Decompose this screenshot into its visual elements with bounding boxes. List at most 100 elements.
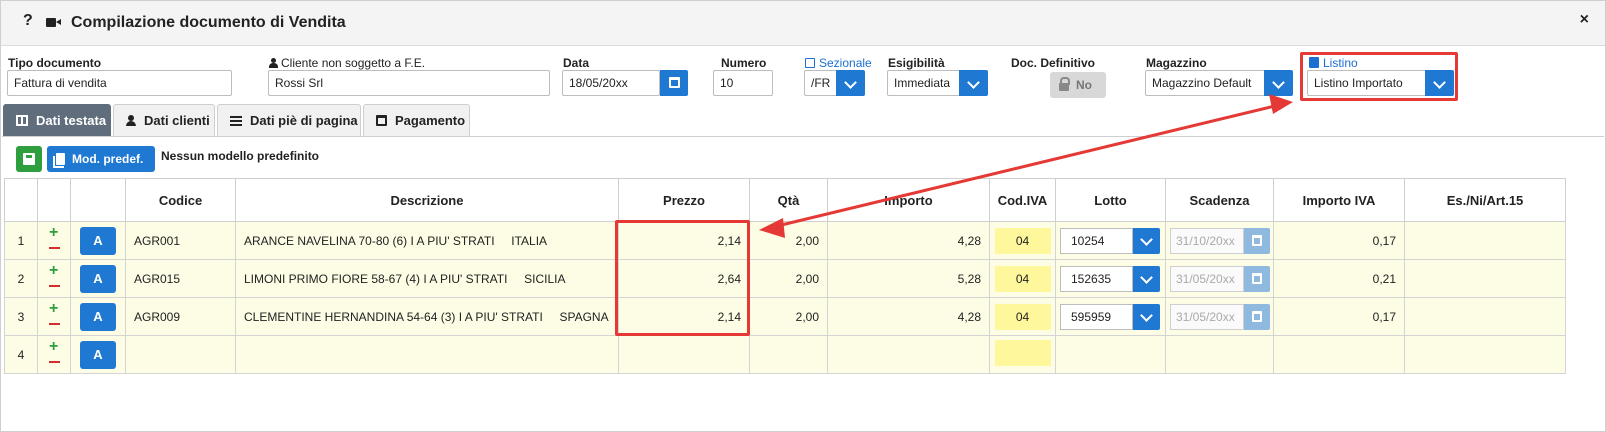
calendar-icon [1252,234,1262,246]
table-row[interactable]: 3 + A AGR009 CLEMENTINE HERNANDINA 54-64… [4,297,1566,336]
col-header-lotto[interactable]: Lotto [1055,178,1166,222]
col-header-scadenza[interactable]: Scadenza [1165,178,1274,222]
cod-iva-value[interactable] [994,340,1051,366]
cod-iva-cell: 04 [989,259,1056,298]
cliente-field[interactable]: Rossi Srl [268,70,550,96]
doc-definitivo-toggle[interactable]: No [1050,72,1106,98]
add-row-icon[interactable]: + [49,225,58,241]
a-button[interactable]: A [80,302,116,331]
help-icon[interactable]: ? [23,12,33,30]
lotto-dropdown-button[interactable] [1133,303,1160,330]
mod-predef-button[interactable]: Mod. predef. [47,146,155,172]
add-row-icon[interactable]: + [49,301,58,317]
a-button[interactable]: A [80,340,116,369]
qta-cell[interactable] [749,335,828,374]
listino-highlight [1300,52,1458,101]
scadenza-cell: 31/05/20xx [1165,259,1274,298]
col-header-codice[interactable]: Codice [125,178,236,222]
lotto-cell: 152635 [1055,259,1166,298]
col-header-importo[interactable]: Importo [827,178,990,222]
scadenza-calendar-button[interactable] [1244,227,1270,254]
es-ni-art15-cell[interactable] [1404,335,1566,374]
col-header-prezzo[interactable]: Prezzo [618,178,750,222]
scadenza-cell[interactable] [1165,335,1274,374]
prezzo-cell[interactable] [618,335,750,374]
descrizione-cell[interactable] [235,335,619,374]
data-calendar-button[interactable] [660,70,688,96]
scadenza-field[interactable]: 31/05/20xx [1170,265,1244,292]
esigibilita-select[interactable]: Immediata [887,70,962,96]
descrizione-cell[interactable]: CLEMENTINE HERNANDINA 54-64 (3) I A PIU'… [235,297,619,336]
scadenza-field[interactable]: 31/10/20xx [1170,227,1244,254]
es-ni-art15-cell[interactable] [1404,259,1566,298]
table-row[interactable]: 4 + A [4,335,1566,374]
document-lines-table: Codice Descrizione Prezzo Qtà Importo Co… [4,178,1566,374]
sezionale-label[interactable]: Sezionale [805,56,872,70]
numero-field[interactable]: 10 [713,70,773,96]
es-ni-art15-cell[interactable] [1404,297,1566,336]
tab-dati-pie-di-pagina[interactable]: Dati piè di pagina [217,104,361,137]
scadenza-calendar-button[interactable] [1244,265,1270,292]
a-button[interactable]: A [80,264,116,293]
col-header-es-ni-art15[interactable]: Es./Ni/Art.15 [1404,178,1566,222]
col-header-qta[interactable]: Qtà [749,178,828,222]
codice-cell[interactable]: AGR009 [125,297,236,336]
sezionale-select[interactable]: /FR [804,70,838,96]
col-header-cod-iva[interactable]: Cod.IVA [989,178,1056,222]
descrizione-cell[interactable]: LIMONI PRIMO FIORE 58-67 (4) I A PIU' ST… [235,259,619,298]
lotto-dropdown-button[interactable] [1133,227,1160,254]
cod-iva-cell [989,335,1056,374]
remove-row-icon[interactable] [49,323,60,325]
remove-row-icon[interactable] [49,247,60,249]
a-button[interactable]: A [80,226,116,255]
codice-cell[interactable]: AGR015 [125,259,236,298]
magazzino-select[interactable]: Magazzino Default [1145,70,1267,96]
data-field[interactable]: 18/05/20xx [562,70,660,96]
add-row-icon[interactable]: + [49,339,58,355]
scadenza-field[interactable]: 31/05/20xx [1170,303,1244,330]
add-row-icon[interactable]: + [49,263,58,279]
cod-iva-value[interactable]: 04 [994,227,1051,254]
lotto-dropdown-button[interactable] [1133,265,1160,292]
table-row[interactable]: 2 + A AGR015 LIMONI PRIMO FIORE 58-67 (4… [4,259,1566,298]
remove-row-icon[interactable] [49,361,60,363]
row-a-cell: A [70,335,126,374]
tab-dati-clienti[interactable]: Dati clienti [113,104,215,137]
tipo-documento-field[interactable]: Fattura di vendita [7,70,232,96]
qta-cell[interactable]: 2,00 [749,297,828,336]
doc-definitivo-value: No [1076,78,1092,92]
codice-cell[interactable] [125,335,236,374]
close-icon[interactable]: × [1580,11,1589,29]
col-header-descrizione[interactable]: Descrizione [235,178,619,222]
remove-row-icon[interactable] [49,285,60,287]
lotto-cell: 595959 [1055,297,1166,336]
codice-cell[interactable]: AGR001 [125,221,236,260]
importo-iva-cell: 0,17 [1273,221,1405,260]
cod-iva-value[interactable]: 04 [994,265,1051,292]
cod-iva-cell: 04 [989,221,1056,260]
tab-pagamento[interactable]: Pagamento [363,104,470,137]
video-camera-icon[interactable] [46,18,61,27]
esigibilita-dropdown-button[interactable] [959,70,988,96]
lotto-select[interactable]: 10254 [1060,227,1133,254]
sezionale-dropdown-button[interactable] [836,70,865,96]
descrizione-cell[interactable]: ARANCE NAVELINA 70-80 (6) I A PIU' STRAT… [235,221,619,260]
lotto-cell[interactable] [1055,335,1166,374]
cod-iva-value[interactable]: 04 [994,303,1051,330]
floppy-disk-icon [23,153,35,165]
es-ni-art15-cell[interactable] [1404,221,1566,260]
qta-cell[interactable]: 2,00 [749,221,828,260]
save-button[interactable] [16,146,42,172]
magazzino-dropdown-button[interactable] [1264,70,1293,96]
qta-cell[interactable]: 2,00 [749,259,828,298]
row-a-cell: A [70,221,126,260]
table-row[interactable]: 1 + A AGR001 ARANCE NAVELINA 70-80 (6) I… [4,221,1566,260]
scadenza-calendar-button[interactable] [1244,303,1270,330]
doc-definitivo-label: Doc. Definitivo [1011,56,1096,70]
lotto-select[interactable]: 152635 [1060,265,1133,292]
arrow-head-end [1269,94,1293,114]
col-header-importo-iva[interactable]: Importo IVA [1273,178,1405,222]
tab-dati-testata[interactable]: Dati testata [3,104,111,137]
lotto-select[interactable]: 595959 [1060,303,1133,330]
esigibilita-label: Esigibilità [888,56,945,70]
